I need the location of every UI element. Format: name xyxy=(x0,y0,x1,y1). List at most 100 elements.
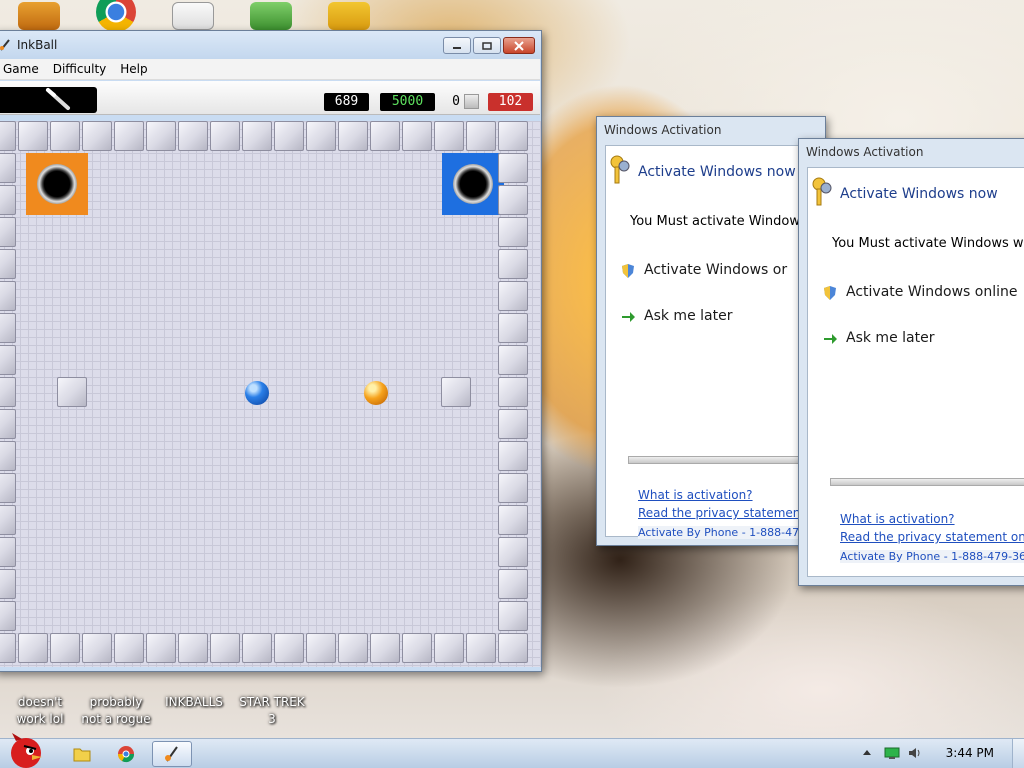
wall-tile xyxy=(242,633,272,663)
privacy-statement-link[interactable]: Read the privacy statement online xyxy=(840,530,1024,544)
wall-tile xyxy=(18,633,48,663)
wall-tile xyxy=(498,185,528,215)
explorer-taskbar-button[interactable] xyxy=(62,741,102,767)
menu-game[interactable]: Game xyxy=(0,59,46,80)
wall-tile xyxy=(0,633,16,663)
keys-icon xyxy=(812,177,832,206)
activate-now-heading: Activate Windows now xyxy=(638,164,796,180)
network-icon[interactable] xyxy=(884,746,900,760)
privacy-statement-link[interactable]: Read the privacy statement o xyxy=(638,506,816,520)
wall-tile xyxy=(0,537,16,567)
inkball-app-icon xyxy=(0,39,10,51)
wall-tile xyxy=(466,121,496,151)
green-arrow-icon xyxy=(622,312,635,322)
restore-icon xyxy=(482,41,492,50)
taskbar-clock[interactable]: 3:44 PM xyxy=(946,746,994,760)
activate-online-option[interactable]: Activate Windows or xyxy=(622,262,788,278)
solitaire-icon[interactable] xyxy=(172,2,214,30)
angry-birds-pig-icon[interactable] xyxy=(328,2,370,30)
show-hidden-icons-icon[interactable] xyxy=(860,746,874,760)
minimize-icon xyxy=(453,46,461,49)
shield-icon[interactable] xyxy=(250,2,292,30)
wall-tile xyxy=(306,633,336,663)
activate-by-phone-link[interactable]: Activate By Phone - 1-888-479-36 xyxy=(840,550,1024,563)
wall-tile xyxy=(498,505,528,535)
activate-by-phone-link[interactable]: Activate By Phone - 1-888-47 xyxy=(638,526,804,539)
wall-tile xyxy=(441,377,471,407)
wall-tile xyxy=(498,633,528,663)
ink-timer-box xyxy=(0,87,97,113)
blue-hole xyxy=(442,153,504,215)
wall-tile xyxy=(210,633,240,663)
balls-sunk-count: 0 xyxy=(452,94,460,109)
desktop-icon-partial-1[interactable] xyxy=(18,2,60,30)
wall-tile xyxy=(370,121,400,151)
hole-pit xyxy=(37,164,77,204)
caption-buttons xyxy=(443,37,535,54)
wall-tile xyxy=(0,569,16,599)
wall-tile xyxy=(498,153,528,183)
wall-tile xyxy=(0,601,16,631)
score-bar: 689 5000 0 102 xyxy=(0,81,540,115)
progress-bar xyxy=(628,456,825,464)
wall-tile xyxy=(114,121,144,151)
orange-hole xyxy=(26,153,88,215)
activation-message: You Must activate Windows wit xyxy=(832,236,1024,251)
minimize-button[interactable] xyxy=(443,37,471,54)
chrome-icon xyxy=(117,746,135,763)
close-button[interactable] xyxy=(503,37,535,54)
wall-tile xyxy=(434,121,464,151)
wall-tile xyxy=(146,633,176,663)
desktop-icon-doesnt-work[interactable]: doesn't work lol xyxy=(0,672,80,728)
menu-help[interactable]: Help xyxy=(113,59,154,80)
wall-tile xyxy=(0,217,16,247)
desktop-icon-star-trek-3[interactable]: STAR TREK 3 xyxy=(232,672,312,728)
wall-tile xyxy=(402,121,432,151)
dialog-titlebar[interactable]: Windows Activation xyxy=(799,139,1024,165)
angry-bird-start-icon[interactable] xyxy=(2,731,48,768)
chrome-taskbar-button[interactable] xyxy=(106,741,146,767)
wall-tile xyxy=(498,601,528,631)
activation-message: You Must activate Windows xyxy=(630,214,807,229)
close-icon xyxy=(514,40,524,51)
uac-shield-icon xyxy=(622,264,634,278)
ask-later-option[interactable]: Ask me later xyxy=(824,330,934,346)
activate-online-option[interactable]: Activate Windows online xyxy=(824,284,1018,300)
activate-online-label: Activate Windows online xyxy=(846,284,1018,300)
desktop-icon-probably-not-a-rogue[interactable]: probably not a rogue xyxy=(76,672,156,728)
menu-difficulty[interactable]: Difficulty xyxy=(46,59,114,80)
wall-tile xyxy=(498,121,528,151)
desktop-icon-inkballs[interactable]: INKBALLS xyxy=(154,672,234,711)
wall-tile xyxy=(0,281,16,311)
remaining-value: 102 xyxy=(488,93,533,111)
activate-now-heading: Activate Windows now xyxy=(840,186,998,202)
inkball-taskbar-button[interactable] xyxy=(152,741,192,767)
wall-tile xyxy=(498,313,528,343)
timer-value: 689 xyxy=(324,93,369,111)
volume-icon[interactable] xyxy=(908,746,922,760)
window-title: InkBall xyxy=(17,38,58,52)
chrome-icon[interactable] xyxy=(96,0,136,32)
wall-tile xyxy=(498,217,528,247)
app-icon xyxy=(176,672,212,692)
wall-tile xyxy=(498,409,528,439)
activate-online-label: Activate Windows or xyxy=(644,262,788,278)
orange-ball xyxy=(364,381,388,405)
menu-bar: Game Difficulty Help xyxy=(0,59,540,80)
wall-tile xyxy=(498,345,528,375)
ask-later-option[interactable]: Ask me later xyxy=(622,308,732,324)
windows-activation-dialog-2[interactable]: Windows Activation Activate Windows now … xyxy=(798,138,1024,586)
wall-tile xyxy=(0,473,16,503)
dialog-titlebar[interactable]: Windows Activation xyxy=(597,117,825,143)
windows-activation-dialog-1[interactable]: Windows Activation Activate Windows now … xyxy=(596,116,826,546)
game-board[interactable] xyxy=(0,121,541,667)
inkball-titlebar[interactable]: InkBall xyxy=(0,31,541,59)
what-is-activation-link[interactable]: What is activation? xyxy=(638,488,753,502)
wall-tile xyxy=(82,633,112,663)
show-desktop-button[interactable] xyxy=(1012,739,1024,768)
what-is-activation-link[interactable]: What is activation? xyxy=(840,512,955,526)
maximize-button[interactable] xyxy=(473,37,501,54)
wall-tile xyxy=(114,633,144,663)
wall-tile xyxy=(178,121,208,151)
inkball-window[interactable]: InkBall Game Difficulty Help 689 5000 0 xyxy=(0,30,542,672)
